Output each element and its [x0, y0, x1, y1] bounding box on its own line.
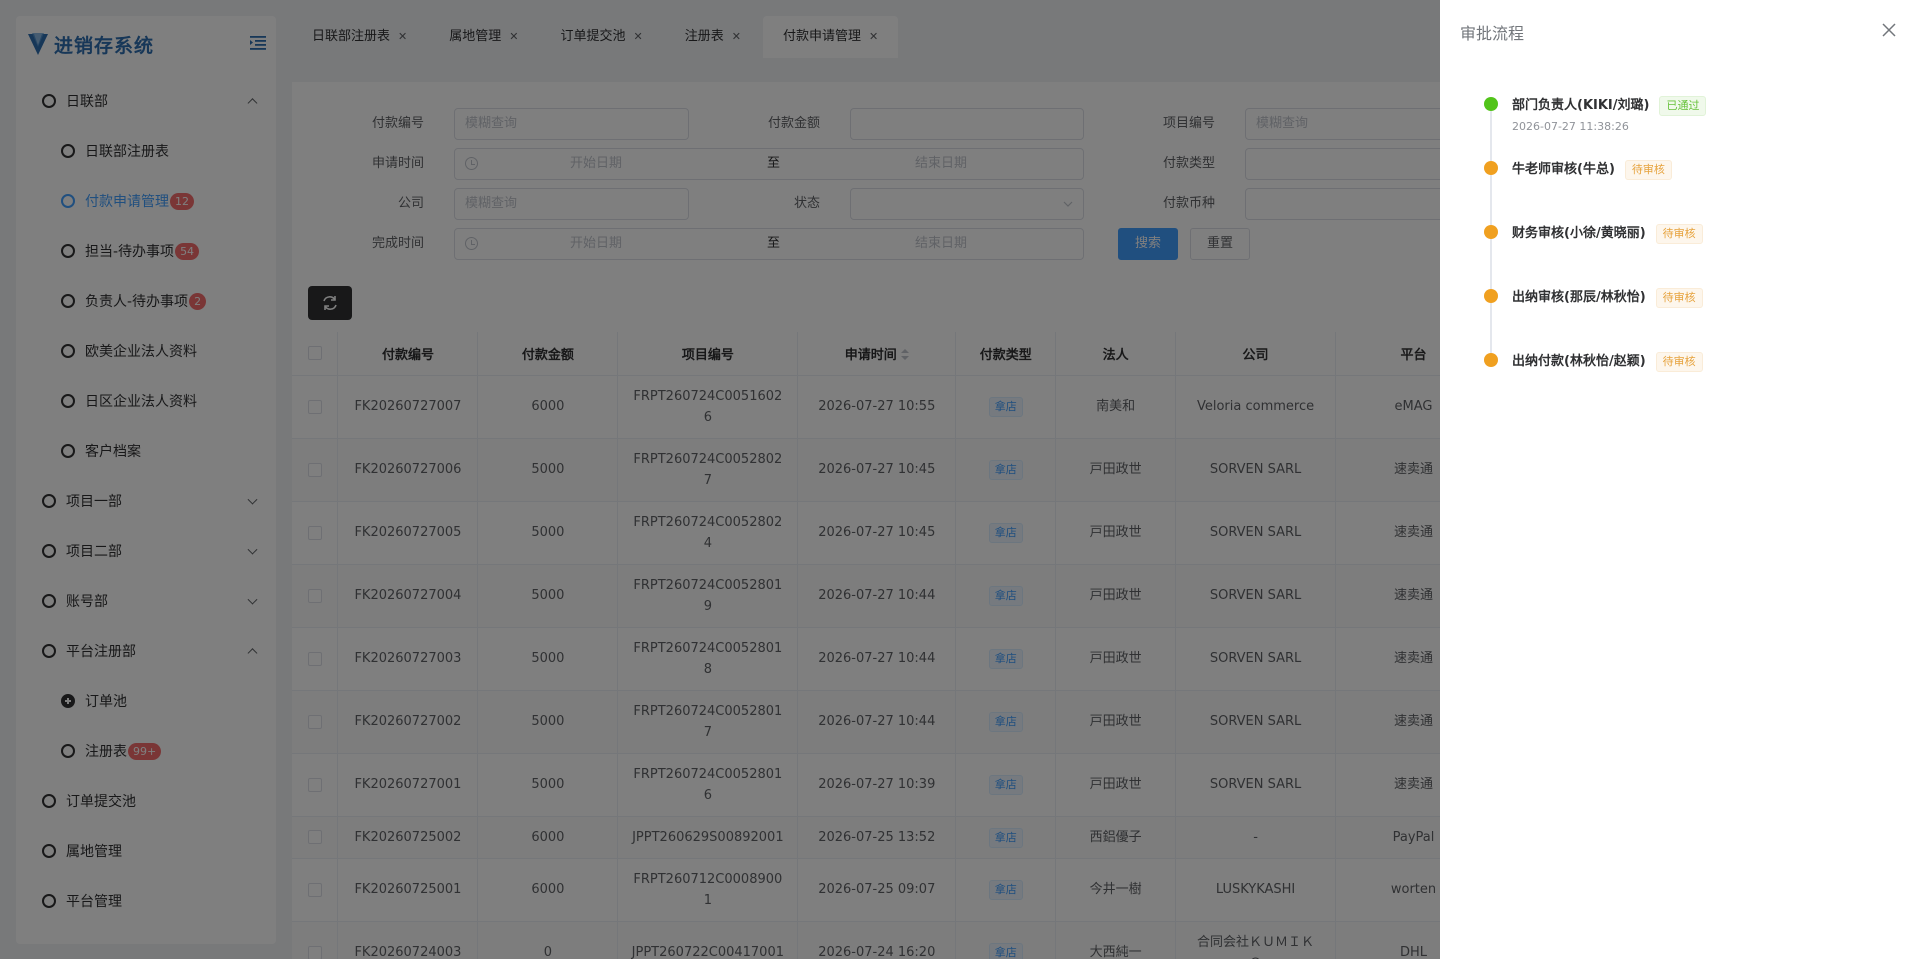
timeline-dot-icon — [1484, 289, 1498, 303]
status-badge: 已通过 — [1659, 96, 1707, 116]
step-name: 牛老师审核(牛总) 待审核 — [1512, 160, 1672, 180]
step-name: 出纳审核(那辰/林秋怡) 待审核 — [1512, 288, 1703, 308]
step-name: 出纳付款(林秋怡/赵颖) 待审核 — [1512, 352, 1703, 372]
timeline-step: 出纳付款(林秋怡/赵颖) 待审核 — [1484, 352, 1784, 382]
timeline-dot-icon — [1484, 97, 1498, 111]
timeline-dot-icon — [1484, 161, 1498, 175]
status-badge: 待审核 — [1624, 160, 1672, 180]
step-name: 部门负责人(KIKI/刘璐) 已通过 — [1512, 96, 1707, 116]
timeline-dot-icon — [1484, 353, 1498, 367]
status-badge: 待审核 — [1655, 352, 1703, 372]
step-name-text: 财务审核(小徐/黄晓丽) — [1512, 226, 1646, 241]
status-badge: 待审核 — [1655, 224, 1703, 244]
step-name-text: 出纳审核(那辰/林秋怡) — [1512, 290, 1646, 305]
step-time: 2026-07-27 11:38:26 — [1512, 120, 1629, 133]
step-name-text: 牛老师审核(牛总) — [1512, 162, 1615, 177]
timeline-dot-icon — [1484, 225, 1498, 239]
timeline-step: 部门负责人(KIKI/刘璐) 已通过 2026-07-27 11:38:26 — [1484, 96, 1784, 133]
timeline-step: 出纳审核(那辰/林秋怡) 待审核 — [1484, 288, 1784, 318]
close-icon[interactable] — [1881, 22, 1897, 38]
timeline-step: 财务审核(小徐/黄晓丽) 待审核 — [1484, 224, 1784, 254]
approval-drawer: 审批流程 部门负责人(KIKI/刘璐) 已通过 2026-07-27 11:38:2… — [1440, 0, 1920, 959]
step-name-text: 部门负责人(KIKI/刘璐) — [1512, 98, 1650, 113]
app-root: 进销存系统 日联部日联部注册表付款申请管理12担当-待办事项54负责人-待办事项… — [0, 0, 1920, 959]
drawer-title: 审批流程 — [1460, 24, 1525, 43]
step-name-text: 出纳付款(林秋怡/赵颖) — [1512, 354, 1646, 369]
timeline-step: 牛老师审核(牛总) 待审核 — [1484, 160, 1784, 190]
step-name: 财务审核(小徐/黄晓丽) 待审核 — [1512, 224, 1703, 244]
status-badge: 待审核 — [1655, 288, 1703, 308]
